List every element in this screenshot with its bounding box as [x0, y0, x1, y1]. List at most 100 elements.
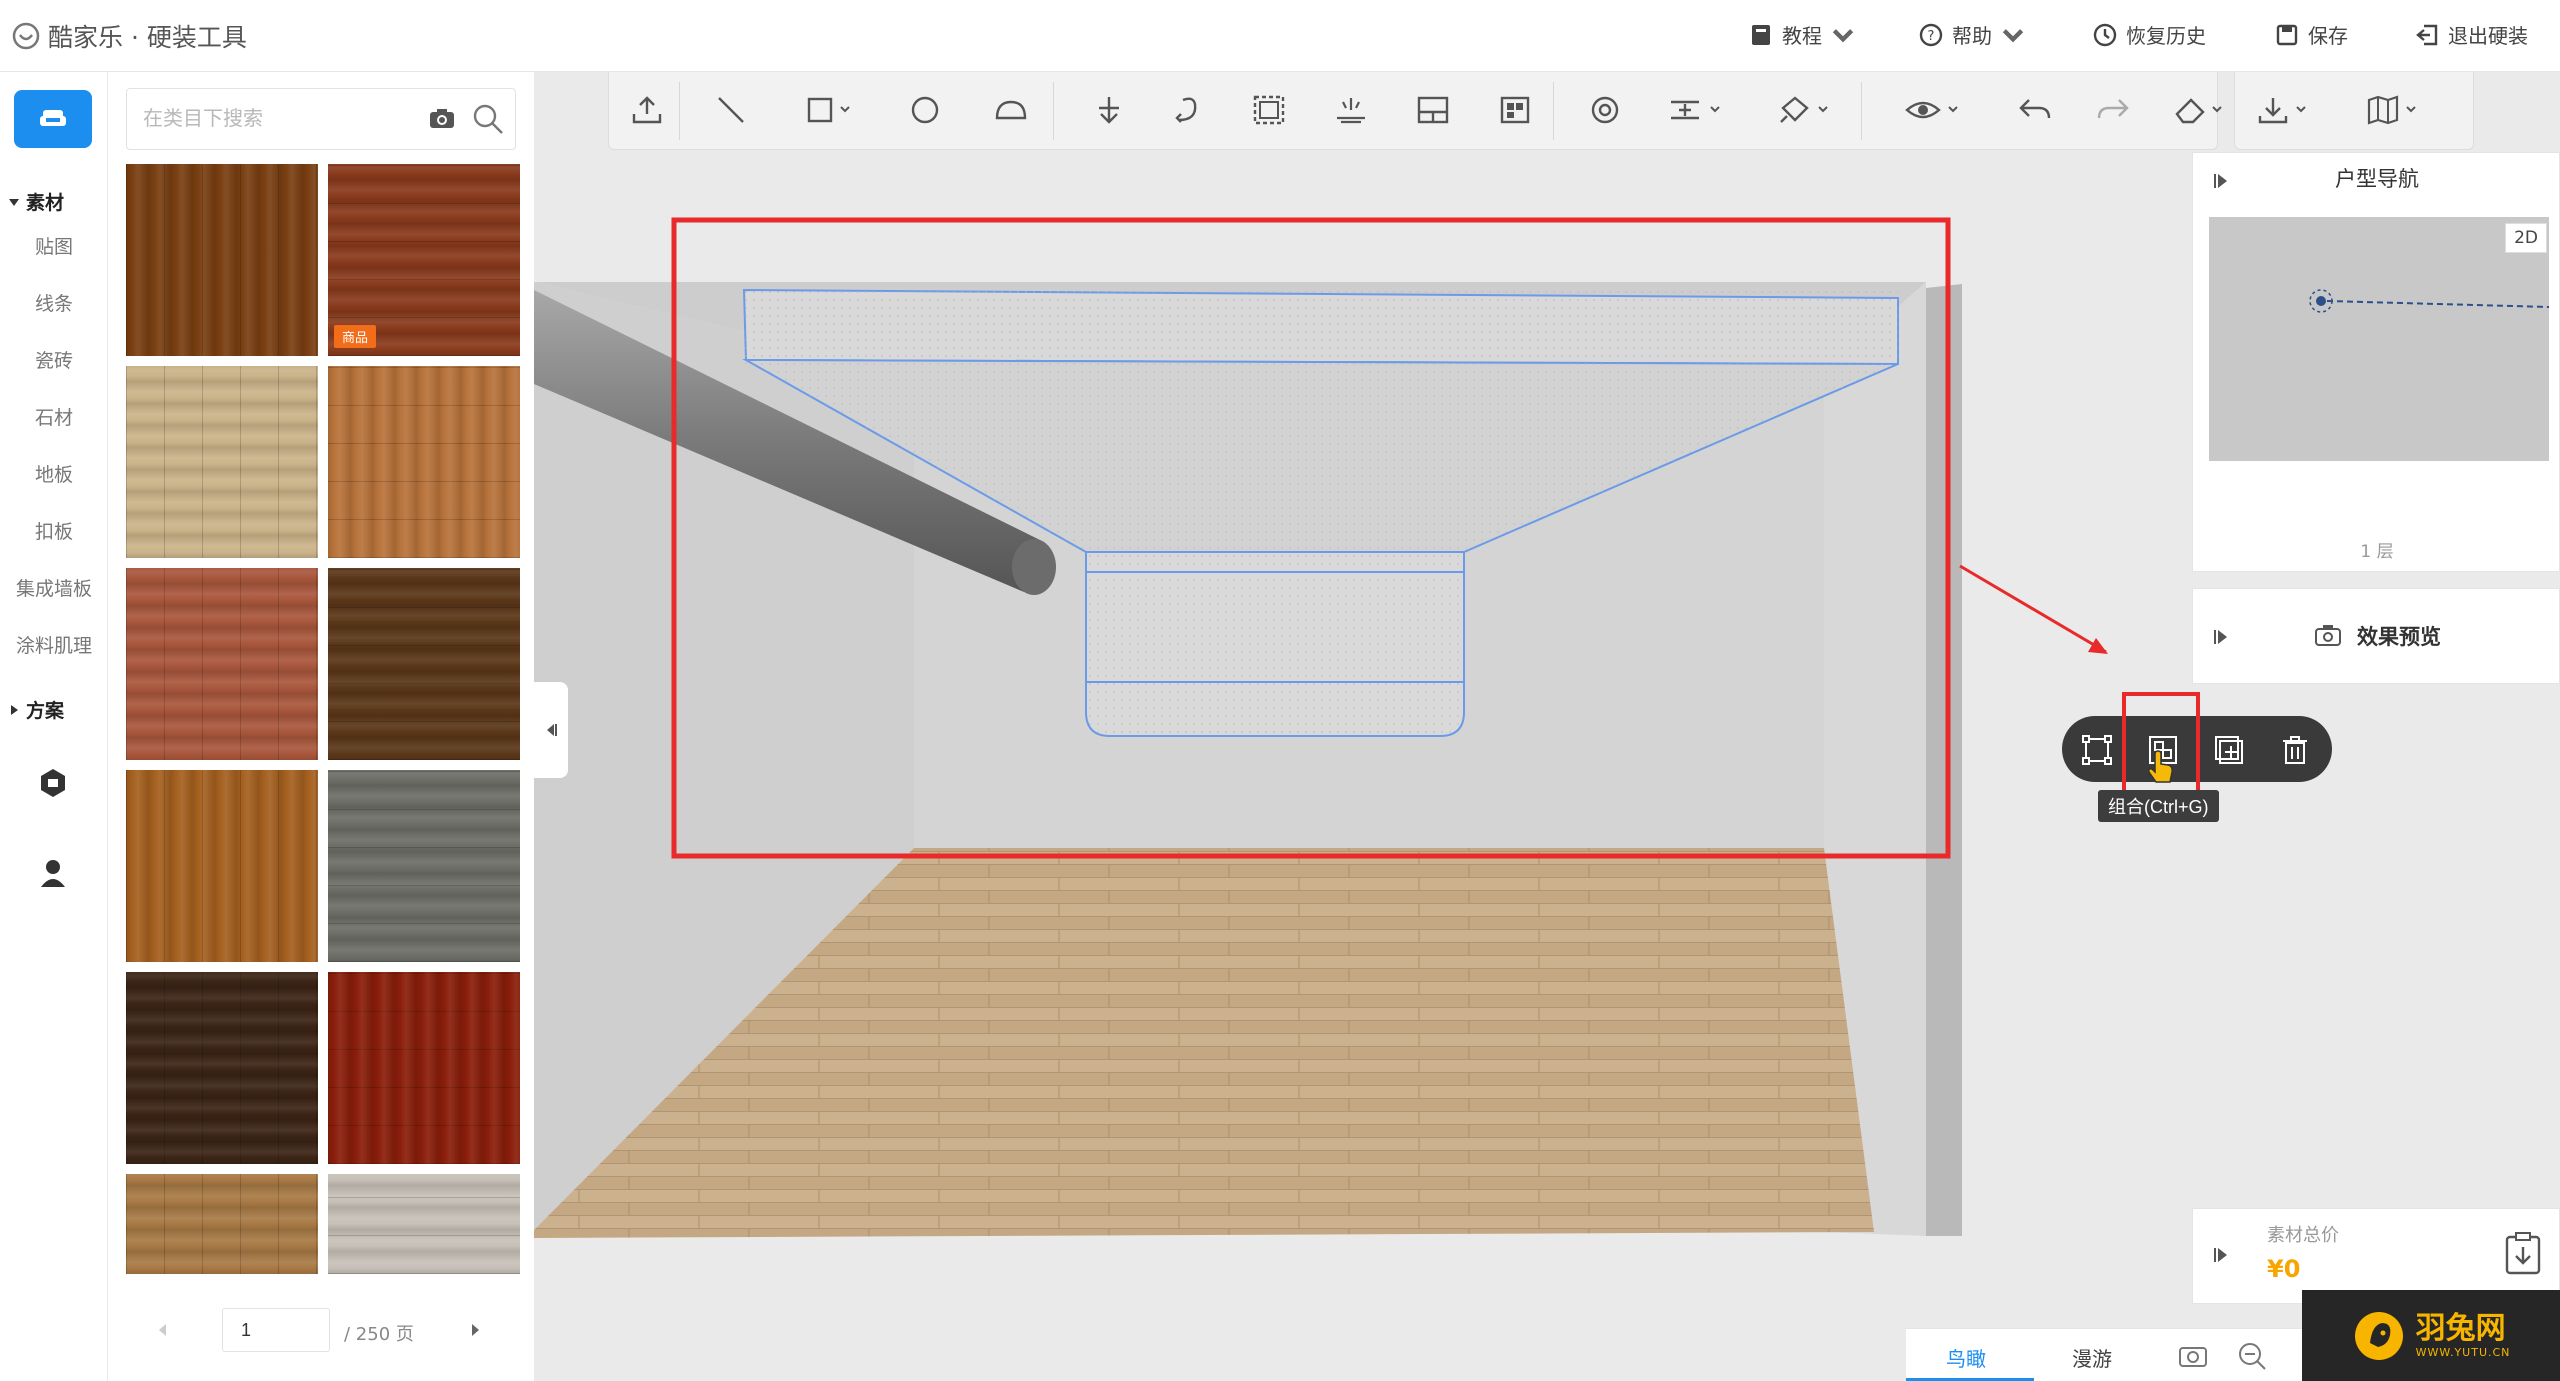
undo-icon[interactable]	[2017, 94, 2053, 126]
material-tile-patterned-oak[interactable]	[126, 1174, 318, 1274]
price-label: 素材总价	[2267, 1225, 2339, 1246]
group-tooltip: 组合(Ctrl+G)	[2098, 790, 2219, 822]
help-label: 帮助	[1952, 24, 1992, 48]
floorplan-navigator: 户型导航 2D 1 层	[2192, 152, 2560, 572]
transform-icon[interactable]	[2080, 733, 2114, 767]
camera-icon[interactable]	[427, 106, 457, 132]
rail-item-wallboard[interactable]: 集成墙板	[0, 574, 108, 601]
price-value: ¥0	[2267, 1255, 2301, 1283]
pipe-end	[1012, 539, 1056, 595]
rail-item-panel[interactable]: 扣板	[0, 517, 108, 544]
redo-icon[interactable]	[2095, 94, 2131, 126]
zoom-out-icon[interactable]	[2236, 1341, 2270, 1371]
line-icon[interactable]	[713, 94, 749, 126]
render-preview-panel[interactable]: 效果预览	[2192, 588, 2560, 684]
tab-walkthrough[interactable]: 漫游	[2034, 1329, 2162, 1381]
exit-icon	[2416, 24, 2438, 45]
collapse-right-icon[interactable]	[2211, 1245, 2231, 1265]
map-icon[interactable]	[2365, 94, 2425, 126]
minimap-view	[2309, 289, 2549, 313]
area-select-icon[interactable]	[1251, 94, 1287, 126]
material-library-button[interactable]	[14, 90, 92, 148]
caret-down-icon	[9, 198, 19, 206]
logo-icon	[12, 22, 40, 50]
tab-bird-view[interactable]: 鸟瞰	[1906, 1329, 2034, 1381]
tutorial-button[interactable]: 教程	[1748, 20, 1856, 49]
rail-item-coating[interactable]: 涂料肌理	[0, 631, 108, 658]
tutorial-label: 教程	[1782, 24, 1822, 48]
material-panel: 商品 / 250 页	[108, 72, 534, 1381]
sofa-icon	[40, 110, 66, 126]
left-rail: 素材 贴图 线条 瓷砖 石材 地板 扣板 集成墙板 涂料肌理 方案	[0, 72, 108, 1381]
tab-label: 漫游	[2072, 1347, 2112, 1371]
rail-item-texture[interactable]: 贴图	[0, 232, 108, 259]
rail-section-materials[interactable]: 素材	[8, 188, 64, 215]
next-page-icon[interactable]	[468, 1322, 482, 1338]
camera-icon	[2315, 625, 2341, 646]
move-icon[interactable]	[1091, 94, 1127, 126]
view-icon[interactable]	[1905, 94, 1965, 126]
rail-item-stone[interactable]: 石材	[0, 403, 108, 430]
rectangle-icon[interactable]	[805, 94, 853, 126]
material-tile-dark-ebony[interactable]	[126, 972, 318, 1164]
material-tile-honey-oak[interactable]	[126, 770, 318, 962]
site-watermark: 羽兔网 WWW.YUTU.CN	[2302, 1290, 2560, 1381]
exit-button[interactable]: 退出硬装	[2414, 20, 2528, 49]
material-tile-mixed-oak[interactable]	[328, 366, 520, 558]
preview-button[interactable]: 效果预览	[2193, 621, 2560, 651]
annotation-arrow	[1959, 564, 2107, 654]
circle-icon[interactable]	[907, 94, 943, 126]
rail-item-floor[interactable]: 地板	[0, 460, 108, 487]
chevron-down-icon	[2002, 28, 2024, 42]
navigator-title: 户型导航	[2335, 167, 2419, 191]
upload-icon[interactable]	[629, 94, 665, 126]
align-icon[interactable]	[1667, 94, 1727, 126]
layout-icon[interactable]	[1415, 94, 1451, 126]
grid-icon[interactable]	[1497, 94, 1533, 126]
svg-text:?: ?	[1928, 29, 1935, 44]
hexagon-icon[interactable]	[36, 766, 70, 800]
navigator-minimap[interactable]: 2D	[2209, 217, 2549, 461]
add-icon[interactable]	[2212, 733, 2246, 767]
prev-page-icon[interactable]	[156, 1322, 170, 1338]
rail-item-lines[interactable]: 线条	[0, 289, 108, 316]
download-icon[interactable]	[2255, 94, 2315, 126]
paint-icon[interactable]	[1777, 94, 1837, 126]
rotate-icon[interactable]	[1169, 94, 1205, 126]
save-button[interactable]: 保存	[2274, 20, 2348, 49]
arc-icon[interactable]	[993, 94, 1029, 126]
app-logo[interactable]: 酷家乐 · 硬装工具	[12, 18, 247, 54]
rail-section-scheme[interactable]: 方案	[8, 696, 64, 723]
page-number-input[interactable]	[222, 1308, 330, 1352]
panel-collapse-handle[interactable]	[534, 682, 568, 778]
rail-section-label: 方案	[26, 700, 65, 722]
export-list-icon[interactable]	[2503, 1231, 2543, 1277]
material-tile-grey-stone-wood[interactable]	[328, 770, 520, 962]
material-tile-red-oak-strip[interactable]: 商品	[328, 164, 520, 356]
material-tile-light-oak[interactable]	[126, 366, 318, 558]
snapshot-icon[interactable]	[2176, 1341, 2212, 1371]
material-tile-red-mahogany[interactable]	[328, 972, 520, 1164]
material-tile-red-herringbone[interactable]	[126, 568, 318, 760]
search-icon[interactable]	[471, 102, 505, 136]
pagination: / 250 页	[108, 1302, 534, 1362]
view-mode-toggle[interactable]: 2D	[2505, 223, 2547, 253]
rail-item-tiles[interactable]: 瓷砖	[0, 346, 108, 373]
lighting-icon[interactable]	[1333, 94, 1369, 126]
hand-cursor-icon	[2148, 750, 2173, 783]
right-wall-edge	[1926, 284, 1962, 1236]
material-tile-dark-parquet[interactable]	[328, 568, 520, 760]
delete-icon[interactable]	[2278, 733, 2312, 767]
material-tile-walnut-plank[interactable]	[126, 164, 318, 356]
clock-icon	[2093, 23, 2117, 46]
eraser-icon[interactable]	[2173, 94, 2233, 126]
help-button[interactable]: ? 帮助	[1918, 20, 2026, 49]
material-tile-grey-wash[interactable]	[328, 1174, 520, 1274]
export-toolbar	[2234, 72, 2474, 150]
exit-label: 退出硬装	[2448, 24, 2528, 48]
target-icon[interactable]	[1587, 94, 1623, 126]
search-input[interactable]	[143, 107, 427, 131]
restore-history-button[interactable]: 恢复历史	[2092, 20, 2206, 49]
rail-section-label: 素材	[26, 192, 65, 214]
user-icon[interactable]	[36, 856, 70, 890]
